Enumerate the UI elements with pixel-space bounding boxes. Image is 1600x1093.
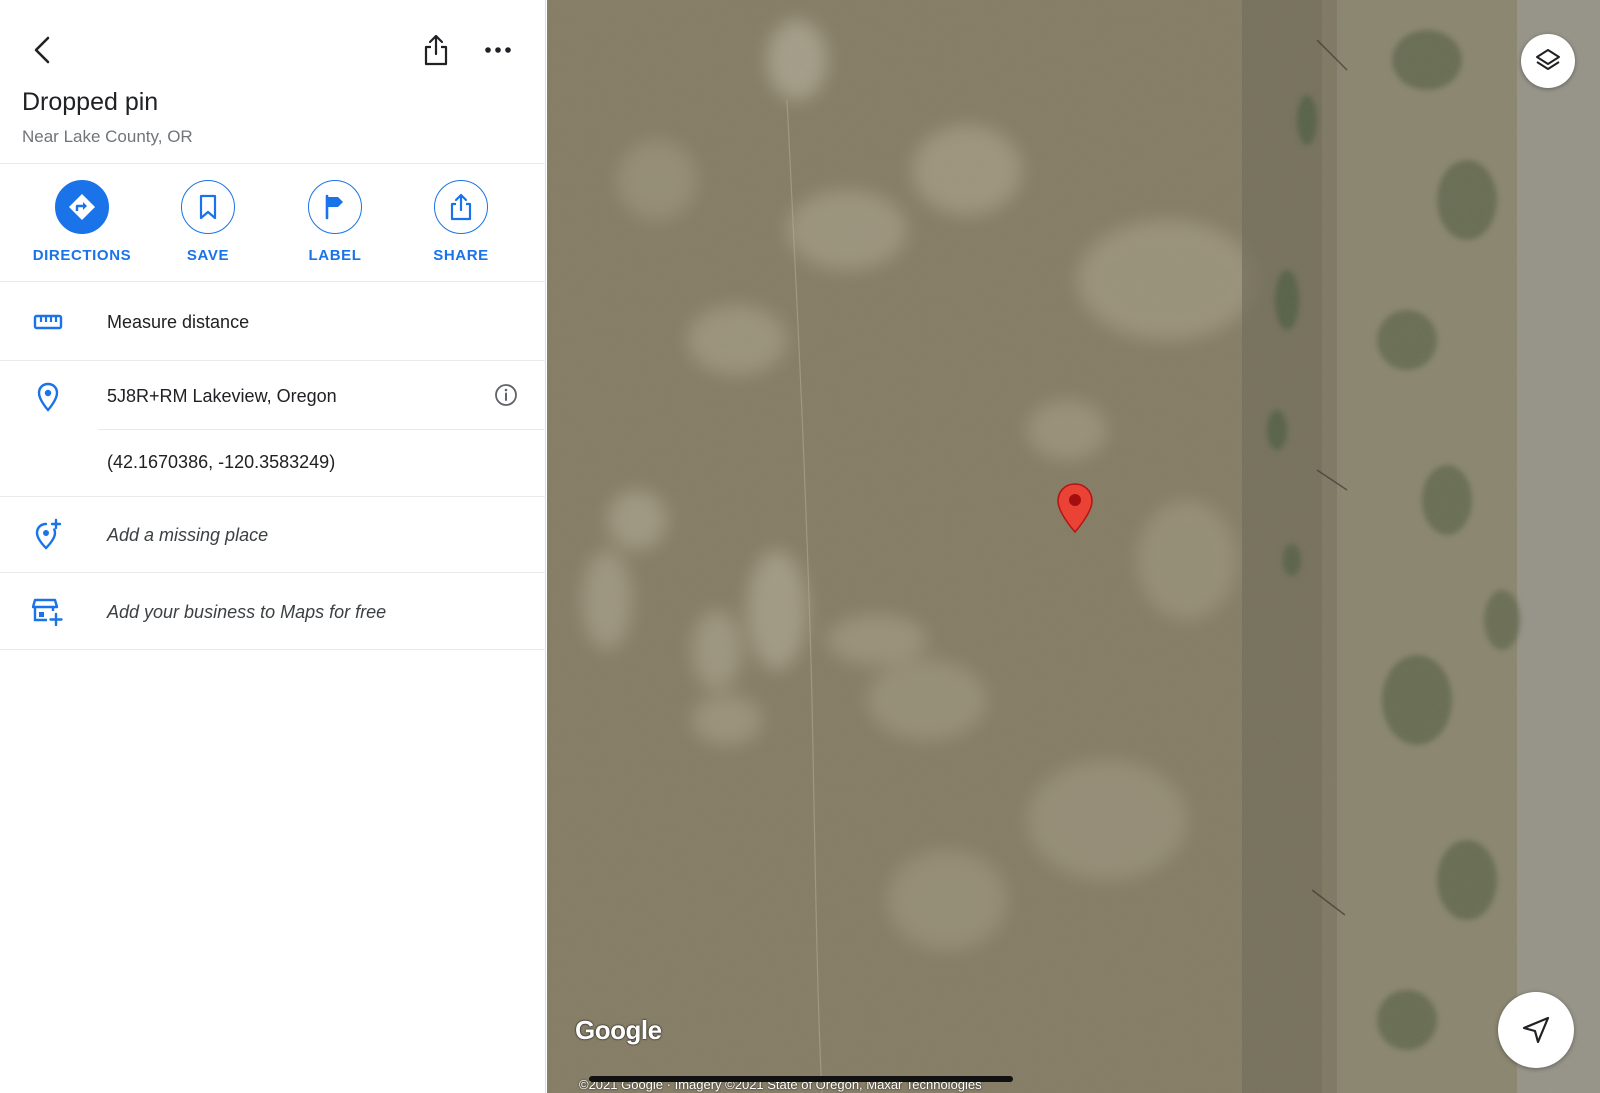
action-buttons: DIRECTIONS SAVE LABEL SHARE	[0, 164, 546, 282]
coordinates-row[interactable]: (42.1670386, -120.3583249)	[0, 430, 546, 496]
my-location-button[interactable]	[1498, 992, 1574, 1068]
plus-code-label: 5J8R+RM Lakeview, Oregon	[107, 386, 337, 406]
directions-icon	[69, 194, 95, 220]
add-missing-place-row[interactable]: Add a missing place	[0, 497, 546, 572]
share-top-button[interactable]	[418, 30, 454, 70]
share-icon	[450, 193, 472, 221]
label-label: LABEL	[308, 247, 362, 264]
layers-icon	[1536, 49, 1560, 70]
label-circle	[308, 180, 362, 234]
add-business-label: Add your business to Maps for free	[107, 602, 387, 622]
bookmark-icon	[199, 194, 217, 220]
home-indicator[interactable]	[589, 1076, 1013, 1082]
add-business-row[interactable]: Add your business to Maps for free	[0, 573, 546, 649]
place-panel: Dropped pin Near Lake County, OR DIRECTI…	[0, 0, 546, 1093]
label-button[interactable]: LABEL	[275, 180, 395, 264]
map-layers-button[interactable]	[1521, 34, 1575, 88]
satellite-map[interactable]: Google ©2021 Google · Imagery ©2021 Stat…	[547, 0, 1600, 1093]
app-window: Dropped pin Near Lake County, OR DIRECTI…	[0, 0, 1600, 1093]
more-options-button[interactable]	[480, 30, 516, 70]
directions-button[interactable]: DIRECTIONS	[22, 180, 142, 264]
plus-code-row[interactable]: 5J8R+RM Lakeview, Oregon	[0, 361, 546, 429]
ruler-icon	[30, 304, 66, 340]
info-button[interactable]	[490, 379, 522, 411]
add-location-icon	[30, 516, 66, 552]
google-logo: Google	[575, 1015, 662, 1045]
place-title: Dropped pin	[22, 88, 159, 116]
more-horizontal-icon	[485, 47, 511, 53]
back-arrow-icon	[34, 36, 50, 64]
place-subtitle: Near Lake County, OR	[22, 127, 193, 146]
share-icon	[424, 34, 448, 66]
add-business-icon	[30, 593, 66, 629]
navigation-arrow-icon	[1522, 1016, 1550, 1044]
directions-label: DIRECTIONS	[32, 247, 132, 264]
measure-distance-label: Measure distance	[107, 312, 250, 332]
location-pin-icon	[30, 379, 66, 415]
info-icon	[495, 384, 517, 406]
back-button[interactable]	[24, 30, 60, 70]
flag-icon	[325, 194, 343, 220]
satellite-imagery	[547, 0, 1600, 1093]
divider	[0, 649, 546, 650]
coordinates-label: (42.1670386, -120.3583249)	[107, 452, 336, 472]
share-button[interactable]: SHARE	[401, 180, 521, 264]
share-label: SHARE	[433, 247, 489, 264]
dropped-pin-marker[interactable]	[1055, 482, 1095, 534]
panel-toolbar	[0, 0, 546, 100]
directions-circle	[55, 180, 109, 234]
save-circle	[181, 180, 235, 234]
add-missing-place-label: Add a missing place	[107, 525, 269, 545]
save-label: SAVE	[186, 247, 230, 264]
share-circle	[434, 180, 488, 234]
save-button[interactable]: SAVE	[148, 180, 268, 264]
measure-distance-row[interactable]: Measure distance	[0, 282, 546, 360]
map-pin-icon	[1057, 483, 1093, 534]
